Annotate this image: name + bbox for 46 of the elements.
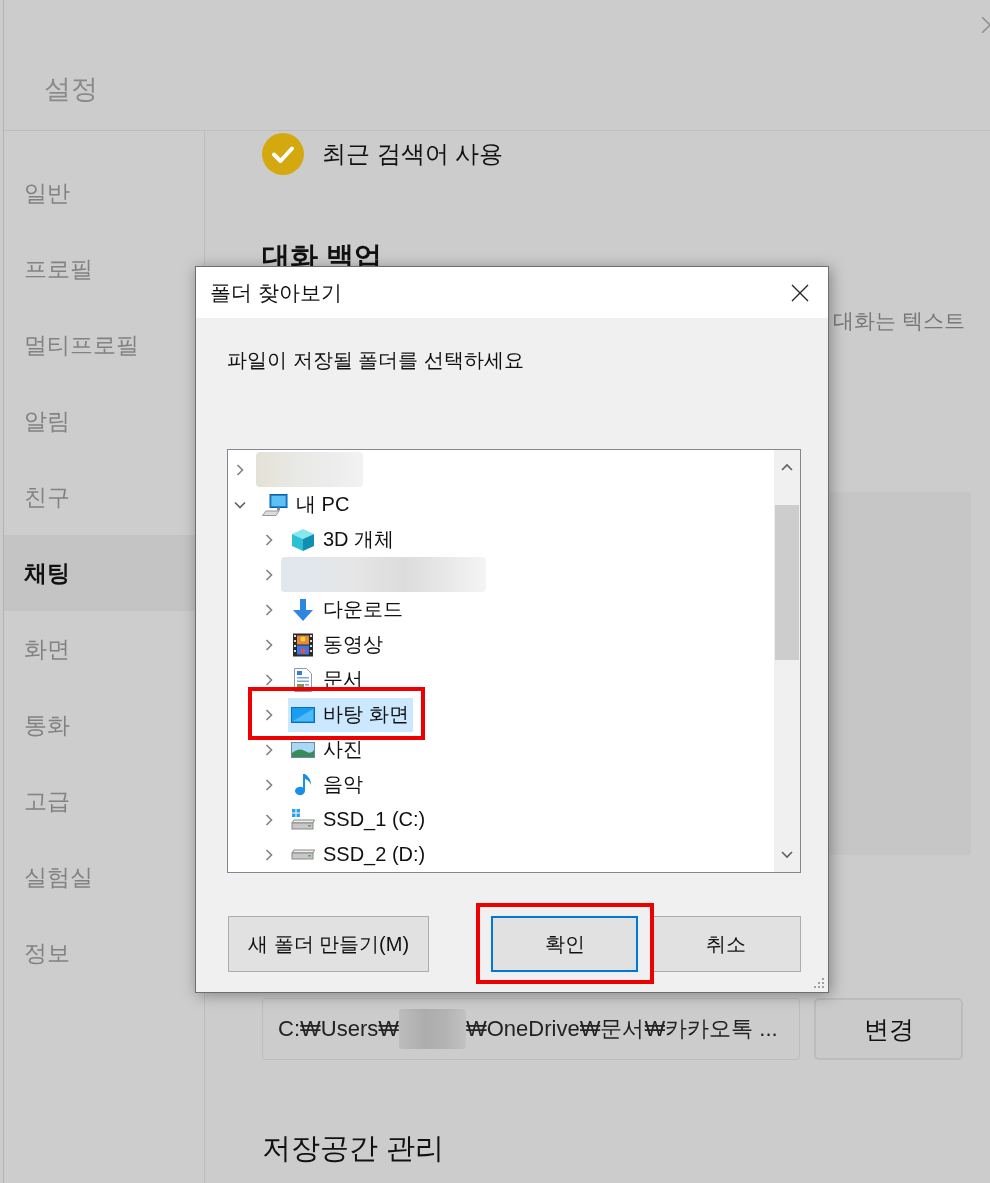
tree-item[interactable]: 사진 bbox=[288, 732, 367, 767]
chevron-up-icon[interactable] bbox=[781, 463, 793, 471]
description-text: 대화는 텍스트 bbox=[833, 308, 965, 334]
chevron-right-icon[interactable] bbox=[263, 673, 275, 686]
landscape-picture-icon bbox=[291, 741, 315, 758]
dialog-button[interactable]: 새 폴더 만들기(M) bbox=[228, 916, 430, 972]
dialog-button[interactable]: 취소 bbox=[651, 916, 801, 972]
instruction-text: 파일이 저장될 폴더를 선택하세요 bbox=[227, 348, 525, 372]
chevron-right-icon[interactable] bbox=[263, 743, 275, 756]
chevron-right-icon[interactable] bbox=[263, 603, 275, 616]
path-field[interactable]: C:₩Users₩ ₩OneDrive₩문서₩카카오톡 ... bbox=[262, 998, 800, 1060]
tree-item[interactable]: 바탕 화면 bbox=[288, 697, 413, 732]
change-button[interactable]: 변경 bbox=[814, 998, 963, 1060]
dialog-button[interactable]: 확인 bbox=[491, 916, 638, 972]
tree-item[interactable]: SSD_2 (D:) bbox=[288, 837, 430, 872]
chevron-right-icon[interactable] bbox=[263, 638, 275, 651]
chevron-right-icon[interactable] bbox=[263, 568, 275, 581]
computer-icon bbox=[262, 493, 288, 516]
scrollbar-thumb[interactable] bbox=[775, 505, 799, 660]
chevron-right-icon[interactable] bbox=[263, 533, 275, 546]
tree-item[interactable]: 내 PC bbox=[259, 487, 354, 522]
film-strip-icon bbox=[291, 632, 315, 657]
chevron-down-icon[interactable] bbox=[781, 851, 793, 859]
tree-item[interactable]: 다운로드 bbox=[288, 592, 407, 627]
chevron-right-icon[interactable] bbox=[263, 848, 275, 861]
resize-grip-icon[interactable] bbox=[814, 978, 825, 989]
close-icon[interactable] bbox=[791, 283, 809, 302]
screen-icon bbox=[291, 706, 315, 723]
chevron-right-icon[interactable] bbox=[263, 708, 275, 721]
scrollbar[interactable] bbox=[774, 450, 800, 872]
tree-item[interactable]: 음악 bbox=[288, 767, 367, 802]
dialog-title: 폴더 찾아보기 bbox=[210, 279, 342, 306]
chevron-right-icon[interactable] bbox=[234, 463, 246, 476]
checkbox-checked-icon[interactable] bbox=[262, 133, 304, 175]
drive-with-logo-icon bbox=[291, 807, 315, 832]
section-heading: 저장공간 관리 bbox=[262, 1131, 445, 1166]
down-arrow-icon bbox=[291, 597, 315, 622]
tree-item[interactable]: SSD_1 (C:) bbox=[288, 802, 430, 837]
hard-drive-icon bbox=[291, 849, 315, 860]
tree-item[interactable]: 3D 개체 bbox=[288, 522, 399, 557]
chevron-right-icon[interactable] bbox=[263, 778, 275, 791]
tree-item[interactable]: 동영상 bbox=[288, 627, 387, 662]
chevron-right-icon[interactable] bbox=[263, 813, 275, 826]
cube-icon bbox=[291, 527, 315, 552]
window-title: 설정 bbox=[44, 73, 98, 106]
checkbox-label: 최근 검색어 사용 bbox=[322, 139, 504, 169]
